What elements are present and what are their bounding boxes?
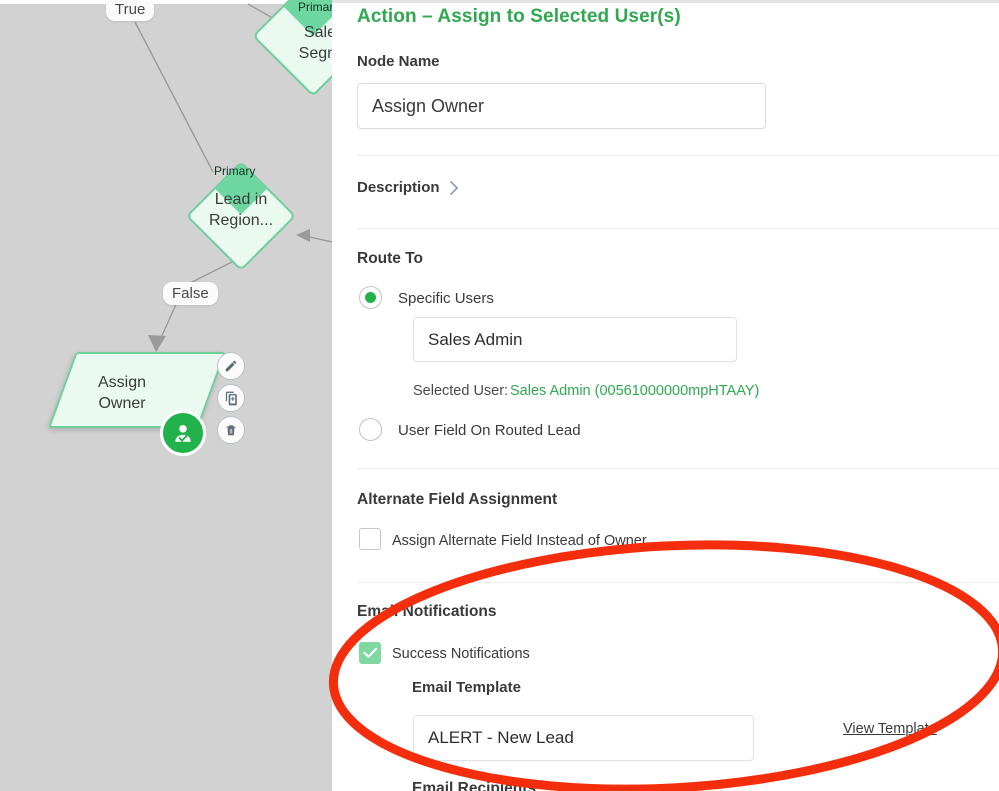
radio-selected-dot [365,292,376,303]
app-root: Primary Sales Segme Primary Lead in Regi… [0,0,999,791]
node-name-label: Node Name [357,53,440,70]
divider-after-route-to [357,468,999,469]
radio-user-field-on-routed-lead[interactable] [359,418,382,441]
radio-specific-users[interactable] [359,286,382,309]
node-edit-button[interactable] [217,352,245,380]
divider-after-alternate-field [357,582,999,583]
checkbox-assign-alternate-field[interactable] [359,528,381,550]
node-detail-panel: Action – Assign to Selected User(s) Node… [332,0,999,791]
node-delete-button[interactable] [217,416,245,444]
selected-user-label: Selected User: [413,383,509,399]
checkbox-label-assign-alternate-field: Assign Alternate Field Instead of Owner [392,533,647,549]
radio-label-user-field-on-routed-lead: User Field On Routed Lead [398,422,581,439]
trash-icon [226,425,236,436]
checkbox-label-success-notifications: Success Notifications [392,646,530,662]
radio-label-specific-users: Specific Users [398,290,494,307]
check-icon [362,647,377,658]
flow-node-sales-segment[interactable]: Primary Sales Segme [240,0,332,104]
email-template-label: Email Template [412,679,521,696]
node-name-input[interactable]: Assign Owner [357,83,766,129]
panel-top-border [332,0,999,3]
checkbox-success-notifications[interactable] [359,642,381,664]
view-template-link[interactable]: View Template [843,721,937,737]
user-select[interactable]: Sales Admin [413,317,737,362]
email-template-select[interactable]: ALERT - New Lead [413,715,754,761]
flow-canvas[interactable]: Primary Sales Segme Primary Lead in Regi… [0,0,332,791]
selected-user-value: Sales Admin (00561000000mpHTAAY) [510,383,760,399]
edge-label-false: False [163,282,218,305]
edge-label-true: True [106,0,155,21]
divider-after-node-name [357,155,999,156]
flow-node-lead-in-region[interactable]: Primary Lead in Region... [172,158,312,274]
node-header-accent [282,0,332,36]
description-label: Description [357,179,440,196]
copy-add-icon [225,391,237,405]
node-clone-button[interactable] [217,384,245,412]
email-recipients-heading: Email Recipients [412,780,537,791]
user-check-icon[interactable] [160,410,206,456]
pencil-icon [225,360,237,372]
email-notifications-heading: Email Notifications [357,603,497,620]
node-header-accent [213,160,269,216]
page-title: Action – Assign to Selected User(s) [357,6,681,27]
chevron-right-icon[interactable] [449,180,460,196]
alternate-field-heading: Alternate Field Assignment [357,491,558,508]
route-to-heading: Route To [357,250,424,267]
divider-after-description [357,228,999,229]
description-section[interactable]: Description [357,179,460,196]
